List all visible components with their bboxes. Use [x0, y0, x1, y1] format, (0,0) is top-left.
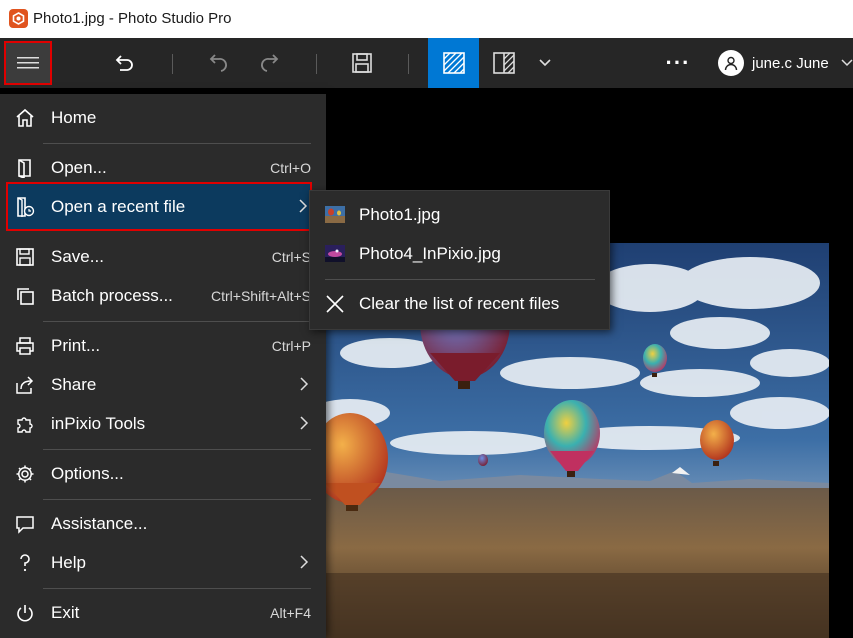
recent-file-icon — [14, 196, 36, 218]
menu-item-label: Batch process... — [51, 286, 173, 305]
menu-item-label: Help — [51, 553, 86, 572]
clear-recent-label: Clear the list of recent files — [359, 294, 560, 313]
menu-item-save[interactable]: Save... Ctrl+S — [8, 238, 311, 276]
batch-icon — [14, 285, 36, 307]
gear-icon — [14, 463, 36, 485]
menu-item-batch-process[interactable]: Batch process... Ctrl+Shift+Alt+S — [8, 277, 311, 315]
avatar — [718, 50, 744, 76]
menu-item-label: Open... — [51, 158, 107, 177]
single-view-button[interactable] — [428, 38, 479, 88]
redo-icon — [259, 52, 281, 74]
window-title: Photo1.jpg - Photo Studio Pro — [33, 10, 232, 27]
menu-item-shortcut: Ctrl+S — [271, 249, 311, 265]
image-thumbnail-icon — [325, 206, 345, 223]
menu-item-help[interactable]: Help — [8, 544, 311, 582]
menu-divider — [325, 279, 595, 280]
toolbar-divider — [408, 54, 409, 74]
menu-item-home[interactable]: Home — [8, 99, 311, 137]
save-button[interactable] — [340, 38, 384, 88]
view-options-dropdown[interactable] — [531, 38, 559, 88]
menu-item-label: Open a recent file — [51, 196, 186, 216]
menu-divider — [43, 143, 311, 144]
menu-item-options[interactable]: Options... — [8, 455, 311, 493]
toolbar-divider — [172, 54, 173, 74]
menu-item-inpixio-tools[interactable]: inPixio Tools — [8, 405, 311, 443]
share-icon — [14, 374, 36, 396]
compare-view-icon — [492, 51, 516, 75]
save-icon — [14, 246, 36, 268]
menu-item-label: inPixio Tools — [51, 414, 146, 433]
user-name: june.c June — [752, 54, 829, 72]
chat-icon — [14, 513, 36, 535]
question-icon — [14, 552, 36, 574]
undo-button[interactable] — [196, 38, 240, 88]
compare-view-button[interactable] — [483, 38, 525, 88]
recent-files-submenu: Photo1.jpg Photo4_InPixio.jpg Clear the … — [309, 190, 610, 330]
clear-recent-files-item[interactable]: Clear the list of recent files — [310, 285, 610, 323]
chevron-down-icon — [538, 58, 552, 68]
chevron-right-icon — [298, 198, 308, 214]
undo-all-button[interactable] — [103, 38, 147, 88]
menu-item-label: Options... — [51, 464, 124, 483]
menu-divider — [43, 449, 311, 450]
menu-item-label: Home — [51, 108, 97, 127]
redo-button[interactable] — [248, 38, 292, 88]
menu-item-shortcut: Ctrl+P — [271, 338, 311, 354]
hamburger-menu-button[interactable] — [4, 41, 52, 85]
menu-item-share[interactable]: Share — [8, 366, 311, 404]
single-view-icon — [442, 51, 466, 75]
menu-item-shortcut: Alt+F4 — [270, 605, 311, 621]
menu-divider — [43, 321, 311, 322]
menu-item-label: Save... — [51, 247, 104, 266]
chevron-right-icon — [299, 376, 309, 392]
save-icon — [351, 52, 373, 74]
menu-item-label: Share — [51, 375, 97, 394]
recent-file-name: Photo1.jpg — [359, 205, 441, 224]
recent-file-item[interactable]: Photo1.jpg — [310, 196, 610, 234]
print-icon — [14, 335, 36, 357]
more-options-button[interactable]: ··· — [660, 38, 696, 88]
menu-item-label: Print... — [51, 336, 101, 355]
undo-icon — [207, 52, 229, 74]
home-icon — [14, 107, 36, 129]
toolbar: ··· june.c June — [0, 38, 853, 88]
menu-icon — [17, 56, 39, 70]
more-icon: ··· — [665, 50, 691, 75]
menu-item-open-recent[interactable]: Open a recent file — [6, 182, 312, 231]
title-bar: Photo1.jpg - Photo Studio Pro — [0, 0, 853, 38]
menu-divider — [43, 499, 311, 500]
open-icon — [14, 157, 36, 179]
menu-item-print[interactable]: Print... Ctrl+P — [8, 327, 311, 365]
close-icon — [325, 294, 345, 313]
recent-file-name: Photo4_InPixio.jpg — [359, 244, 501, 263]
chevron-down-icon — [841, 59, 853, 67]
menu-item-label: Assistance... — [51, 514, 148, 533]
chevron-right-icon — [299, 554, 309, 570]
menu-item-shortcut: Ctrl+Shift+Alt+S — [211, 288, 311, 304]
menu-divider — [43, 588, 311, 589]
app-logo-icon — [9, 9, 28, 28]
chevron-right-icon — [299, 415, 309, 431]
user-account-button[interactable]: june.c June — [718, 38, 853, 88]
menu-item-assistance[interactable]: Assistance... — [8, 505, 311, 543]
power-icon — [14, 602, 36, 624]
image-thumbnail-icon — [325, 245, 345, 262]
recent-file-item[interactable]: Photo4_InPixio.jpg — [310, 235, 610, 273]
toolbar-divider — [316, 54, 317, 74]
menu-item-label: Exit — [51, 603, 80, 622]
puzzle-icon — [14, 413, 36, 435]
main-menu: Home Open... Ctrl+O Open a recent file S… — [0, 94, 326, 638]
menu-item-shortcut: Ctrl+O — [270, 160, 311, 176]
menu-item-exit[interactable]: Exit Alt+F4 — [8, 594, 311, 632]
undo-all-icon — [114, 52, 136, 74]
